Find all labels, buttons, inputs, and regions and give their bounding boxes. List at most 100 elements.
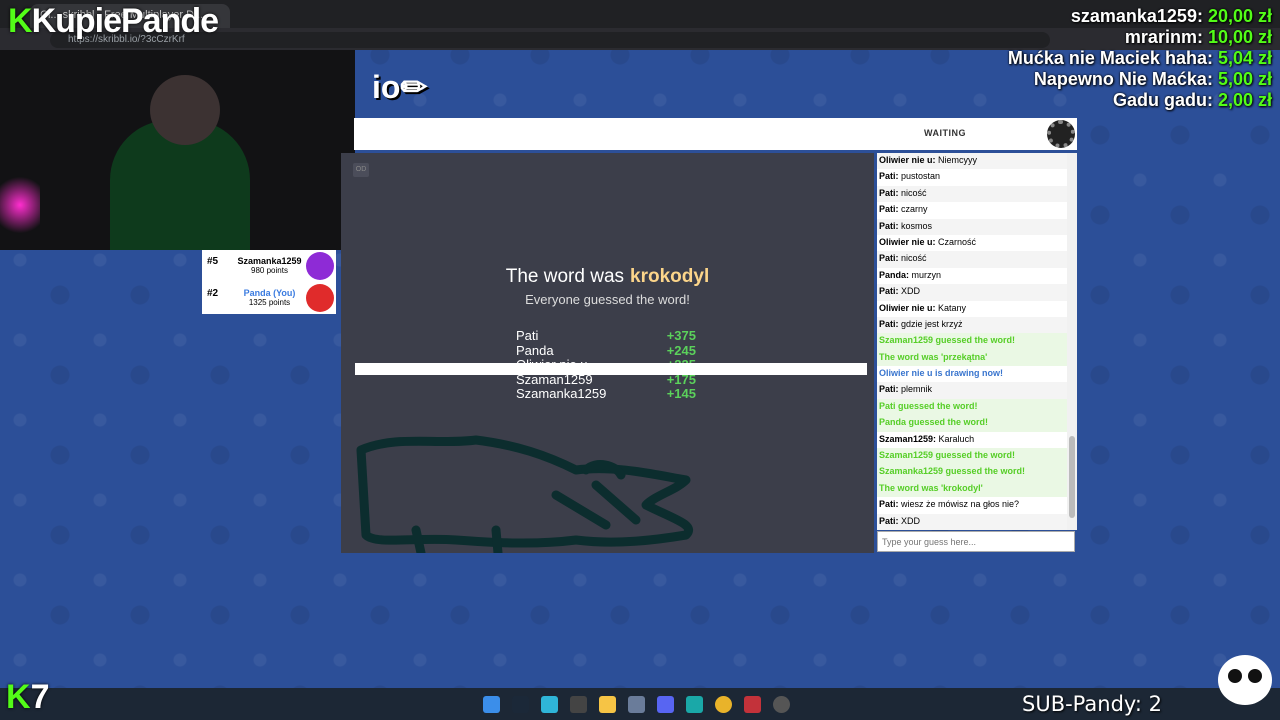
chat-text: murzyn — [911, 269, 942, 280]
app3-icon[interactable] — [744, 696, 761, 713]
chat-message: Szaman1259 guessed the word! — [877, 448, 1077, 465]
chat-text: Czarność — [938, 236, 977, 247]
chat-user: Pati: — [879, 318, 902, 329]
chat-text: The word was 'przekątna' — [879, 351, 988, 362]
donation-row: szamanka1259: 20,00 zł — [1008, 6, 1272, 27]
chat-messages: Oliwier nie u: Niemcyyy Pati: pustostan Pa… — [877, 153, 1077, 530]
player-rank: #5 — [207, 256, 219, 267]
app2-icon[interactable] — [686, 696, 703, 713]
chat-message: Szamanka1259 guessed the word! — [877, 464, 1077, 481]
chat-user: Pati: — [879, 499, 902, 510]
crocodile-drawing — [356, 435, 693, 553]
chat-text: Katany — [938, 302, 967, 313]
overlay-bar — [355, 363, 867, 375]
chat-text: plemnik — [901, 384, 933, 395]
chat-user: Panda: — [879, 269, 912, 280]
chat-user: Pati: — [879, 220, 902, 231]
chat-user: Pati: — [879, 286, 902, 297]
app4-icon[interactable] — [773, 696, 790, 713]
streamer-head — [150, 75, 220, 145]
chat-text: Niemcyyy — [938, 155, 978, 165]
light-glow — [0, 170, 40, 240]
panda-mascot-icon — [1218, 655, 1272, 705]
viewer-count: K7 — [6, 678, 50, 716]
player-row[interactable]: #2 Panda (You) 1325 points — [202, 282, 336, 314]
player-rank: #2 — [207, 288, 219, 299]
score-points: +375 — [666, 328, 696, 343]
chat-message: Pati: czarny — [877, 202, 1077, 219]
chat-text: pustostan — [901, 171, 941, 182]
chrome-icon[interactable] — [715, 696, 732, 713]
obs-icon[interactable] — [570, 696, 587, 713]
chat-message: Pati: gdzie jest krzyż — [877, 316, 1077, 334]
edge-icon[interactable] — [541, 696, 558, 713]
chat-message: The word was 'krokodyl' — [877, 480, 1077, 498]
discord-icon[interactable] — [657, 696, 674, 713]
chat-message: Pati: XDD — [877, 284, 1077, 301]
chat-text: czarny — [901, 204, 928, 215]
donation-name: mrarinm: — [1124, 27, 1208, 47]
chat-text: The word was 'krokodyl' — [879, 482, 983, 493]
round-indicator: OD — [353, 163, 369, 177]
donation-name: Gadu gadu: — [1112, 90, 1218, 110]
score-player-name: Panda — [516, 342, 554, 358]
player-avatar-icon — [306, 252, 334, 280]
chat-text: kosmos — [901, 220, 933, 231]
player-avatar-icon — [306, 284, 334, 312]
pencil-icon: ✏ — [400, 69, 428, 105]
chat-text: Karaluch — [938, 433, 975, 444]
scroll-thumb[interactable] — [1069, 436, 1075, 518]
donation-row: Mućka nie Maciek haha: 5,04 zł — [1008, 48, 1272, 69]
donation-amount: 20,00 zł — [1207, 6, 1272, 26]
chat-message: Pati: nicość — [877, 251, 1077, 268]
word-reveal: The word was krokodyl — [505, 266, 710, 287]
drawing-canvas[interactable]: OD The word was krokodyl Everyone guessed… — [341, 153, 874, 553]
chat-message: The word was 'przekątna' — [877, 349, 1077, 367]
chat-text: Szaman1259 guessed the word! — [879, 335, 1016, 346]
chat-text: wiesz że mówisz na głos nie? — [901, 499, 1020, 510]
chat-message: Pati: plemnik — [877, 382, 1077, 399]
result-subtitle: Everyone guessed the word! — [525, 292, 690, 307]
folder-icon[interactable] — [599, 696, 616, 713]
chat-user: Pati: — [879, 187, 902, 198]
chat-panel: Oliwier nie u: Niemcyyy Pati: pustostan Pa… — [877, 153, 1077, 530]
game-header: WAITING — [354, 118, 1077, 150]
settings-gear-icon[interactable] — [1047, 120, 1075, 148]
score-row: Szamanka1259 +145 — [516, 386, 706, 401]
chat-text: Panda guessed the word! — [879, 417, 989, 428]
chat-message: Pati: kosmos — [877, 218, 1077, 235]
chat-message: Pati: pustostan — [877, 169, 1077, 186]
donation-amount: 10,00 zł — [1207, 27, 1272, 47]
score-player-name: Szamanka1259 — [516, 386, 607, 401]
chat-message: Oliwier nie u: Katany — [877, 300, 1077, 317]
donation-amount: 5,04 zł — [1217, 48, 1272, 68]
player-name: Panda (You) — [243, 288, 296, 298]
chat-text: Oliwier nie u is drawing now! — [879, 368, 1004, 379]
chat-user: Szaman1259: — [879, 433, 939, 444]
donation-row: Gadu gadu: 2,00 zł — [1008, 90, 1272, 111]
chat-user: Pati: — [879, 384, 902, 395]
chat-user: Pati: — [879, 515, 902, 526]
app-icon[interactable] — [628, 696, 645, 713]
game-status: WAITING — [924, 128, 966, 138]
windows-icon[interactable] — [483, 696, 500, 713]
player-row[interactable]: #5 Szamanka1259 980 points — [202, 250, 336, 282]
chat-text: XDD — [901, 515, 921, 526]
skribbl-logo: io✏ — [372, 69, 428, 105]
chat-message: Panda guessed the word! — [877, 415, 1077, 432]
player-points: 980 points — [251, 266, 288, 275]
chat-scrollbar[interactable] — [1067, 153, 1077, 530]
donation-name: Mućka nie Maciek haha: — [1007, 48, 1218, 68]
score-row: Panda +245 — [516, 343, 706, 358]
steam-icon[interactable] — [512, 696, 529, 713]
player-list: #5 Szamanka1259 980 points #2 Panda (You) 132… — [202, 250, 336, 314]
guess-input[interactable] — [877, 531, 1075, 552]
chat-text: Pati guessed the word! — [879, 400, 978, 411]
chat-message: Szaman1259 guessed the word! — [877, 333, 1077, 350]
score-points: +245 — [666, 342, 696, 358]
donation-name: szamanka1259: — [1070, 6, 1208, 26]
score-row: Pati +375 — [516, 328, 706, 343]
donation-list: szamanka1259: 20,00 zł mrarinm: 10,00 zł M… — [1008, 6, 1272, 111]
chat-message: Pati: XDD — [877, 513, 1077, 530]
chat-message: Panda: murzyn — [877, 267, 1077, 285]
